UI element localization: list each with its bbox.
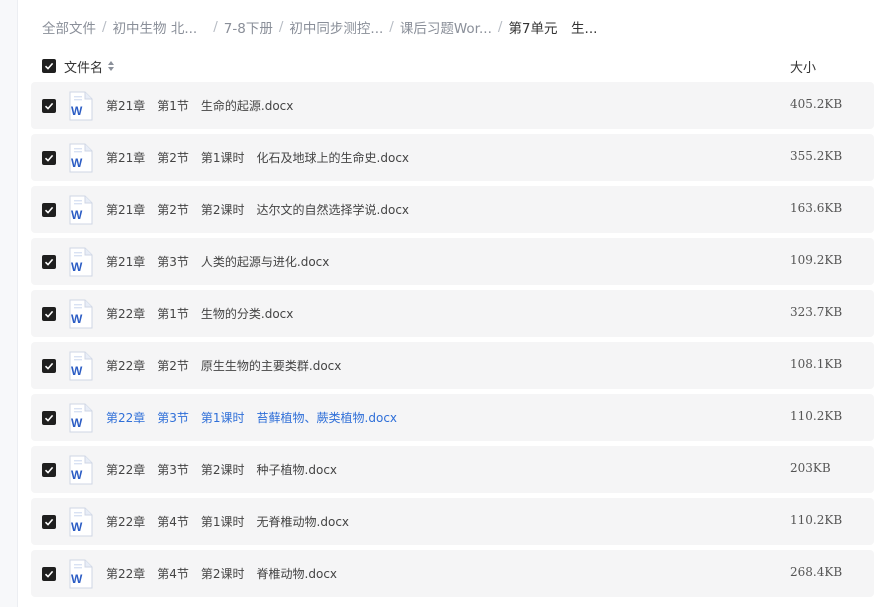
file-size: 203KB	[790, 461, 831, 475]
file-list-header: 文件名 大小	[42, 57, 832, 76]
file-name[interactable]: 第21章 第2节 第2课时 达尔文的自然选择学说.docx	[106, 201, 409, 218]
breadcrumb-item-junior-biology[interactable]: 初中生物 北...	[113, 17, 198, 37]
word-doc-icon: W	[67, 403, 93, 433]
breadcrumb-separator: /	[497, 19, 503, 35]
file-size: 405.2KB	[790, 97, 843, 111]
file-row[interactable]: W 第22章 第4节 第2课时 脊椎动物.docx 268.4KB	[31, 550, 874, 597]
file-row[interactable]: W 第22章 第2节 原生生物的主要类群.docx 108.1KB	[31, 342, 874, 389]
file-size: 163.6KB	[790, 201, 843, 215]
file-size: 109.2KB	[790, 253, 843, 267]
file-size: 110.2KB	[790, 513, 843, 527]
column-header-size[interactable]: 大小	[790, 57, 816, 76]
row-checkbox[interactable]	[42, 411, 56, 425]
row-checkbox[interactable]	[42, 307, 56, 321]
check-icon	[44, 154, 54, 162]
file-row[interactable]: W 第22章 第3节 第2课时 种子植物.docx 203KB	[31, 446, 874, 493]
row-checkbox[interactable]	[42, 359, 56, 373]
check-icon	[44, 310, 54, 318]
file-name[interactable]: 第22章 第2节 原生生物的主要类群.docx	[106, 357, 341, 374]
check-icon	[44, 102, 54, 110]
file-row[interactable]: W 第21章 第2节 第2课时 达尔文的自然选择学说.docx 163.6KB	[31, 186, 874, 233]
file-row[interactable]: W 第21章 第2节 第1课时 化石及地球上的生命史.docx 355.2KB	[31, 134, 874, 181]
file-size: 268.4KB	[790, 565, 843, 579]
svg-text:W: W	[71, 364, 83, 378]
svg-text:W: W	[71, 104, 83, 118]
file-name[interactable]: 第22章 第3节 第2课时 种子植物.docx	[106, 461, 337, 478]
breadcrumb-item-homework-word[interactable]: 课后习题Wor...	[400, 17, 492, 37]
breadcrumb-separator: /	[389, 19, 394, 35]
file-name[interactable]: 第21章 第1节 生命的起源.docx	[106, 97, 293, 114]
check-icon	[44, 206, 54, 214]
word-doc-icon: W	[67, 91, 93, 121]
file-size: 323.7KB	[790, 305, 843, 319]
check-icon	[44, 414, 54, 422]
file-row[interactable]: W 第22章 第3节 第1课时 苔藓植物、蕨类植物.docx 110.2KB	[31, 394, 874, 441]
word-doc-icon: W	[67, 455, 93, 485]
file-name[interactable]: 第22章 第1节 生物的分类.docx	[106, 305, 293, 322]
file-name[interactable]: 第22章 第4节 第1课时 无脊椎动物.docx	[106, 513, 349, 530]
file-size: 110.2KB	[790, 409, 843, 423]
svg-text:W: W	[71, 520, 83, 534]
svg-text:W: W	[71, 572, 83, 586]
file-row[interactable]: W 第21章 第1节 生命的起源.docx 405.2KB	[31, 82, 874, 129]
column-header-filename[interactable]: 文件名	[64, 57, 103, 76]
word-doc-icon: W	[67, 195, 93, 225]
check-icon	[44, 62, 54, 70]
breadcrumb-item-grade[interactable]: 7-8下册	[224, 17, 273, 37]
file-size: 355.2KB	[790, 149, 843, 163]
select-all-checkbox[interactable]	[42, 59, 56, 73]
sort-icon[interactable]	[107, 60, 115, 72]
file-size: 108.1KB	[790, 357, 843, 371]
word-doc-icon: W	[67, 247, 93, 277]
svg-text:W: W	[71, 312, 83, 326]
breadcrumb-separator: /	[278, 19, 284, 35]
file-name[interactable]: 第21章 第2节 第1课时 化石及地球上的生命史.docx	[106, 149, 409, 166]
row-checkbox[interactable]	[42, 151, 56, 165]
file-row[interactable]: W 第22章 第4节 第1课时 无脊椎动物.docx 110.2KB	[31, 498, 874, 545]
breadcrumb: 全部文件 / 初中生物 北... / 7-8下册 / 初中同步测控... / 课…	[42, 17, 597, 37]
file-row[interactable]: W 第22章 第1节 生物的分类.docx 323.7KB	[31, 290, 874, 337]
word-doc-icon: W	[67, 299, 93, 329]
row-checkbox[interactable]	[42, 567, 56, 581]
breadcrumb-item-all-files[interactable]: 全部文件	[42, 17, 96, 37]
word-doc-icon: W	[67, 559, 93, 589]
word-doc-icon: W	[67, 143, 93, 173]
row-checkbox[interactable]	[42, 203, 56, 217]
check-icon	[44, 362, 54, 370]
check-icon	[44, 518, 54, 526]
word-doc-icon: W	[67, 507, 93, 537]
sidebar-edge	[0, 0, 18, 607]
word-doc-icon: W	[67, 351, 93, 381]
svg-text:W: W	[71, 156, 83, 170]
breadcrumb-separator: /	[102, 19, 107, 35]
row-checkbox[interactable]	[42, 99, 56, 113]
svg-text:W: W	[71, 260, 83, 274]
breadcrumb-item-current-unit: 第7单元 生...	[508, 21, 598, 37]
row-checkbox[interactable]	[42, 463, 56, 477]
svg-text:W: W	[71, 208, 83, 222]
file-name[interactable]: 第22章 第4节 第2课时 脊椎动物.docx	[106, 565, 337, 582]
row-checkbox[interactable]	[42, 515, 56, 529]
breadcrumb-item-sync-test[interactable]: 初中同步测控...	[289, 17, 383, 37]
file-name[interactable]: 第21章 第3节 人类的起源与进化.docx	[106, 253, 329, 270]
check-icon	[44, 570, 54, 578]
file-row[interactable]: W 第21章 第3节 人类的起源与进化.docx 109.2KB	[31, 238, 874, 285]
file-name[interactable]: 第22章 第3节 第1课时 苔藓植物、蕨类植物.docx	[106, 409, 397, 426]
file-list: W 第21章 第1节 生命的起源.docx 405.2KB W 第21章 第2节 第1课…	[31, 82, 874, 602]
svg-text:W: W	[71, 468, 83, 482]
check-icon	[44, 466, 54, 474]
svg-text:W: W	[71, 416, 83, 430]
breadcrumb-separator: /	[213, 19, 218, 35]
check-icon	[44, 258, 54, 266]
row-checkbox[interactable]	[42, 255, 56, 269]
